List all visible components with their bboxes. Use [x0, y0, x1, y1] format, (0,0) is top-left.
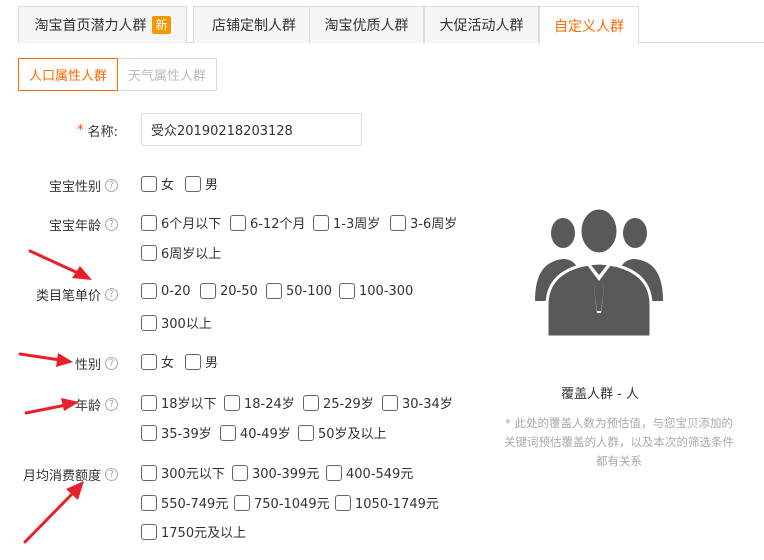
help-icon[interactable]: ? — [105, 288, 118, 301]
help-icon[interactable]: ? — [105, 468, 118, 481]
checkbox-icon — [141, 494, 157, 511]
checkbox-icon — [339, 283, 355, 299]
checkbox-icon — [185, 353, 201, 370]
tab-label: 淘宝首页潜力人群 — [34, 18, 147, 34]
tab-taobao-quality[interactable]: 淘宝优质人群 — [309, 6, 424, 43]
age-option[interactable]: 18岁以下 — [141, 393, 217, 412]
category-price-option[interactable]: 0-20 — [141, 283, 191, 299]
checkbox-icon — [141, 175, 157, 192]
checkbox-icon — [382, 394, 398, 411]
checkbox-icon — [141, 214, 157, 231]
checkbox-icon — [266, 283, 282, 299]
help-icon[interactable]: ? — [105, 357, 118, 370]
baby-age-option[interactable]: 1-3周岁 — [313, 213, 380, 232]
checkbox-icon — [303, 394, 319, 411]
checkbox-icon — [185, 175, 201, 192]
baby-age-option[interactable]: 6-12个月 — [230, 213, 306, 232]
checkbox-icon — [326, 464, 342, 481]
gender-female-checkbox[interactable]: 女 — [141, 352, 174, 371]
gender-label: 性别 ? — [75, 354, 118, 373]
monthly-spend-option[interactable]: 300元以下 — [141, 463, 225, 482]
audience-subtabs: 人口属性人群 天气属性人群 — [18, 58, 218, 91]
baby-age-option[interactable]: 3-6周岁 — [390, 213, 457, 232]
tab-taobao-homepage-potential[interactable]: 淘宝首页潜力人群 新 — [18, 6, 187, 43]
baby-gender-label: 宝宝性别 ? — [49, 176, 118, 195]
tab-custom-audience[interactable]: 自定义人群 — [539, 6, 639, 44]
coverage-label: 覆盖人群 — [561, 387, 614, 402]
age-option[interactable]: 25-29岁 — [303, 393, 374, 412]
tab-label: 大促活动人群 — [439, 18, 524, 34]
annotation-arrow-icon — [28, 249, 92, 280]
category-price-option[interactable]: 300以上 — [141, 313, 212, 332]
monthly-spend-option[interactable]: 1050-1749元 — [335, 493, 439, 512]
checkbox-icon — [224, 394, 240, 411]
monthly-spend-option[interactable]: 750-1049元 — [234, 493, 330, 512]
required-mark: * — [77, 123, 84, 138]
category-price-option[interactable]: 100-300 — [339, 283, 413, 299]
checkbox-icon — [141, 424, 157, 441]
checkbox-icon — [141, 283, 157, 299]
checkbox-icon — [141, 523, 157, 540]
coverage-summary: 覆盖人群 - 人 — [561, 387, 639, 402]
name-label: * 名称: — [77, 123, 118, 140]
monthly-spend-option[interactable]: 300-399元 — [232, 463, 319, 482]
monthly-spend-option[interactable]: 400-549元 — [326, 463, 413, 482]
category-price-option[interactable]: 20-50 — [200, 283, 258, 299]
name-input[interactable] — [141, 113, 362, 146]
tab-promotion-event[interactable]: 大促活动人群 — [424, 6, 539, 43]
baby-age-option[interactable]: 6个月以下 — [141, 213, 221, 232]
help-icon[interactable]: ? — [105, 218, 118, 231]
age-label: 年龄 ? — [75, 395, 118, 414]
subtab-demographic[interactable]: 人口属性人群 — [18, 58, 119, 91]
audience-type-tabs: 淘宝首页潜力人群 新 店铺定制人群 淘宝优质人群 大促活动人群 自定义人群 — [18, 6, 764, 44]
checkbox-icon — [141, 464, 157, 481]
age-option[interactable]: 40-49岁 — [220, 423, 291, 442]
age-option[interactable]: 30-34岁 — [382, 393, 453, 412]
checkbox-icon — [232, 464, 248, 481]
checkbox-icon — [141, 314, 157, 331]
checkbox-icon — [390, 214, 406, 231]
category-price-label: 类目笔单价 ? — [36, 285, 118, 304]
baby-age-label: 宝宝年龄 ? — [49, 215, 118, 234]
gender-male-checkbox[interactable]: 男 — [185, 352, 218, 371]
age-option[interactable]: 35-39岁 — [141, 423, 212, 442]
subtab-weather[interactable]: 天气属性人群 — [118, 58, 218, 91]
monthly-spend-option[interactable]: 1750元及以上 — [141, 522, 246, 541]
checkbox-icon — [335, 494, 351, 511]
people-group-icon — [535, 206, 663, 337]
annotation-arrow-icon — [18, 352, 73, 367]
tab-label: 店铺定制人群 — [212, 18, 296, 34]
help-icon[interactable]: ? — [105, 398, 118, 411]
checkbox-icon — [234, 494, 250, 511]
checkbox-icon — [141, 244, 157, 261]
annotation-arrow-icon — [23, 481, 84, 544]
tab-store-custom[interactable]: 店铺定制人群 — [193, 6, 315, 43]
checkbox-icon — [141, 353, 157, 370]
checkbox-icon — [141, 394, 157, 411]
checkbox-icon — [200, 283, 216, 299]
coverage-note: * 此处的覆盖人数为预估值，与您宝贝添加的 关键词预估覆盖的人群，以及本次的筛选… — [504, 416, 734, 468]
checkbox-icon — [220, 424, 236, 441]
age-option[interactable]: 18-24岁 — [224, 393, 295, 412]
coverage-unit: 人 — [625, 387, 639, 402]
checkbox-icon — [313, 214, 329, 231]
tab-label: 淘宝优质人群 — [324, 18, 409, 34]
monthly-spend-option[interactable]: 550-749元 — [141, 493, 228, 512]
new-badge: 新 — [152, 16, 171, 34]
checkbox-icon — [298, 424, 314, 441]
age-option[interactable]: 50岁及以上 — [298, 423, 387, 442]
baby-gender-male-checkbox[interactable]: 男 — [185, 174, 218, 193]
annotation-arrow-icon — [24, 398, 79, 415]
help-icon[interactable]: ? — [105, 179, 118, 192]
baby-age-option[interactable]: 6周岁以上 — [141, 243, 221, 262]
baby-gender-female-checkbox[interactable]: 女 — [141, 174, 174, 193]
checkbox-icon — [230, 214, 246, 231]
category-price-option[interactable]: 50-100 — [266, 283, 332, 299]
tab-label: 自定义人群 — [554, 18, 624, 35]
